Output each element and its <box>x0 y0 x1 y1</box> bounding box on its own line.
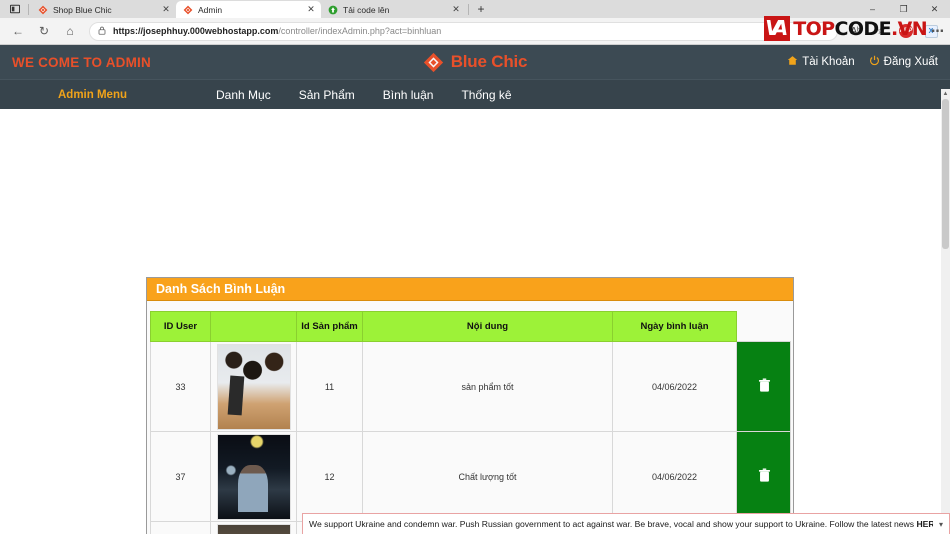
welcome-text: WE COME TO ADMIN <box>12 54 151 70</box>
topcode-mark-icon: V A <box>764 16 791 41</box>
scroll-up-icon[interactable]: ▲ <box>941 89 950 99</box>
admin-menu-title: Admin Menu <box>58 88 127 101</box>
comments-table: ID User Id Sản phẩm Nội dung Ngày bình l… <box>150 311 791 534</box>
tab-strip-divider-2 <box>468 3 469 15</box>
ukraine-message: We support Ukraine and condemn war. Push… <box>309 519 917 529</box>
nav-item-san-pham[interactable]: Sản Phẩm <box>285 88 369 102</box>
cell-avatar <box>210 431 297 522</box>
column-header-avatar <box>210 311 297 342</box>
logout-label: Đăng Xuất <box>883 56 938 68</box>
chevron-down-icon[interactable]: ▾ <box>933 520 943 529</box>
cell-id-product: 12 <box>296 431 363 522</box>
nav-item-thong-ke[interactable]: Thống kê <box>447 88 525 102</box>
home-icon[interactable]: ⌂ <box>58 20 82 42</box>
account-link[interactable]: Tài Khoản <box>787 55 855 69</box>
topcode-vn: .VN <box>890 17 928 40</box>
table-row: 33 11 sản phẩm tốt 04/06/2022 <box>150 341 791 432</box>
browser-toolbar: ← ↻ ⌂ https://josephhuy.000webhostapp.co… <box>0 16 950 44</box>
column-header-actions <box>737 312 791 342</box>
topcode-top: TOP <box>793 17 835 40</box>
refresh-icon[interactable]: ↻ <box>32 20 56 42</box>
tab-title: Shop Blue Chic <box>53 4 112 15</box>
comments-table-body: 33 11 sản phẩm tốt 04/06/2022 37 12 Chất… <box>150 341 791 534</box>
trash-icon <box>758 378 771 395</box>
page-viewport: WE COME TO ADMIN Blue Chic Tài Khoản Đăn… <box>0 45 950 534</box>
browser-window: Shop Blue Chic ✕ Admin ✕ Tải code lên ✕ … <box>0 0 950 534</box>
cell-actions <box>736 431 791 522</box>
tab-actions-icon[interactable] <box>4 0 26 18</box>
url-host: https://josephhuy.000webhostapp.com <box>113 26 279 36</box>
page-title: Danh Sách Bình Luận <box>156 282 286 296</box>
close-icon[interactable]: ✕ <box>451 4 461 15</box>
close-icon[interactable]: ✕ <box>306 4 316 15</box>
cell-content: Chất lượng tốt <box>362 431 613 522</box>
account-label: Tài Khoản <box>802 56 855 68</box>
column-header-date: Ngày bình luận <box>612 311 737 342</box>
home-icon <box>787 55 798 69</box>
browser-tab-admin[interactable]: Admin ✕ <box>176 1 321 18</box>
column-header-id-user: ID User <box>150 311 211 342</box>
lock-icon <box>98 26 106 37</box>
new-tab-button[interactable]: + <box>471 0 491 18</box>
trash-icon <box>758 468 771 485</box>
cell-id-product: 11 <box>296 341 363 432</box>
bluechic-favicon <box>38 5 48 15</box>
cell-id-user: 37 <box>150 431 211 522</box>
cell-avatar <box>210 521 297 534</box>
table-header-row: ID User Id Sản phẩm Nội dung Ngày bình l… <box>150 311 791 342</box>
user-photo-night-street <box>216 433 291 520</box>
topcode-code: CODE <box>834 17 892 40</box>
topcode-overflow[interactable]: … <box>931 21 944 36</box>
bluechic-favicon <box>183 5 193 15</box>
cell-actions <box>736 341 791 432</box>
cell-content: sản phẩm tốt <box>362 341 613 432</box>
main-content: Danh Sách Bình Luận ID User Id Sản phẩm … <box>0 109 950 534</box>
nav-item-binh-luan[interactable]: Bình luận <box>369 88 448 102</box>
admin-nav: Admin Menu Danh Mục Sản Phẩm Bình luận T… <box>0 79 950 109</box>
delete-button[interactable] <box>737 342 791 431</box>
comments-panel: Danh Sách Bình Luận ID User Id Sản phẩm … <box>146 277 794 534</box>
delete-button[interactable] <box>737 432 791 521</box>
nav-item-danh-muc[interactable]: Danh Mục <box>202 88 285 102</box>
browser-tab-shop-blue-chic[interactable]: Shop Blue Chic ✕ <box>31 1 176 18</box>
admin-header-actions: Tài Khoản Đăng Xuất <box>787 55 938 69</box>
scrollbar-thumb[interactable] <box>942 99 949 249</box>
tab-strip-divider <box>28 3 29 15</box>
column-header-id-product: Id Sản phẩm <box>296 311 363 342</box>
admin-header: WE COME TO ADMIN Blue Chic Tài Khoản Đăn… <box>0 45 950 79</box>
page-scrollbar[interactable]: ▲ <box>941 89 950 534</box>
topcode-watermark-logo: V A TOPCODE.VN … <box>764 16 944 41</box>
user-photo-hilltop <box>216 523 291 534</box>
browser-tab-upload-code[interactable]: Tải code lên ✕ <box>321 1 466 18</box>
column-header-content: Nội dung <box>362 311 613 342</box>
close-icon[interactable]: ✕ <box>161 4 171 15</box>
power-icon <box>869 55 880 69</box>
comments-panel-header: Danh Sách Bình Luận <box>147 278 793 301</box>
comments-table-head: ID User Id Sản phẩm Nội dung Ngày bình l… <box>150 311 791 342</box>
user-photo-students <box>216 343 291 430</box>
url-path: /controller/indexAdmin.php?act=binhluan <box>278 26 442 36</box>
cell-id-user: 40 <box>150 521 211 534</box>
site-brand-name: Blue Chic <box>450 52 528 71</box>
logout-link[interactable]: Đăng Xuất <box>869 55 938 69</box>
topcode-wordmark: TOPCODE.VN <box>793 18 927 40</box>
ukraine-notification-bar: We support Ukraine and condemn war. Push… <box>302 513 950 534</box>
tab-title: Admin <box>198 4 223 15</box>
cell-id-user: 33 <box>150 341 211 432</box>
cell-date: 04/06/2022 <box>612 431 737 522</box>
cell-avatar <box>210 341 297 432</box>
upload-favicon <box>328 5 338 15</box>
ukraine-notification-text: We support Ukraine and condemn war. Push… <box>309 519 933 529</box>
table-row: 37 12 Chất lượng tốt 04/06/2022 <box>150 431 791 522</box>
tab-title: Tải code lên <box>343 4 390 15</box>
ukraine-link[interactable]: HERE <box>916 519 933 529</box>
bluechic-diamond-logo <box>423 52 444 73</box>
cell-date: 04/06/2022 <box>612 341 737 432</box>
address-bar[interactable]: https://josephhuy.000webhostapp.com/cont… <box>89 21 838 41</box>
comments-panel-body: ID User Id Sản phẩm Nội dung Ngày bình l… <box>147 301 793 534</box>
back-icon[interactable]: ← <box>6 20 30 42</box>
address-bar-url: https://josephhuy.000webhostapp.com/cont… <box>113 26 441 36</box>
